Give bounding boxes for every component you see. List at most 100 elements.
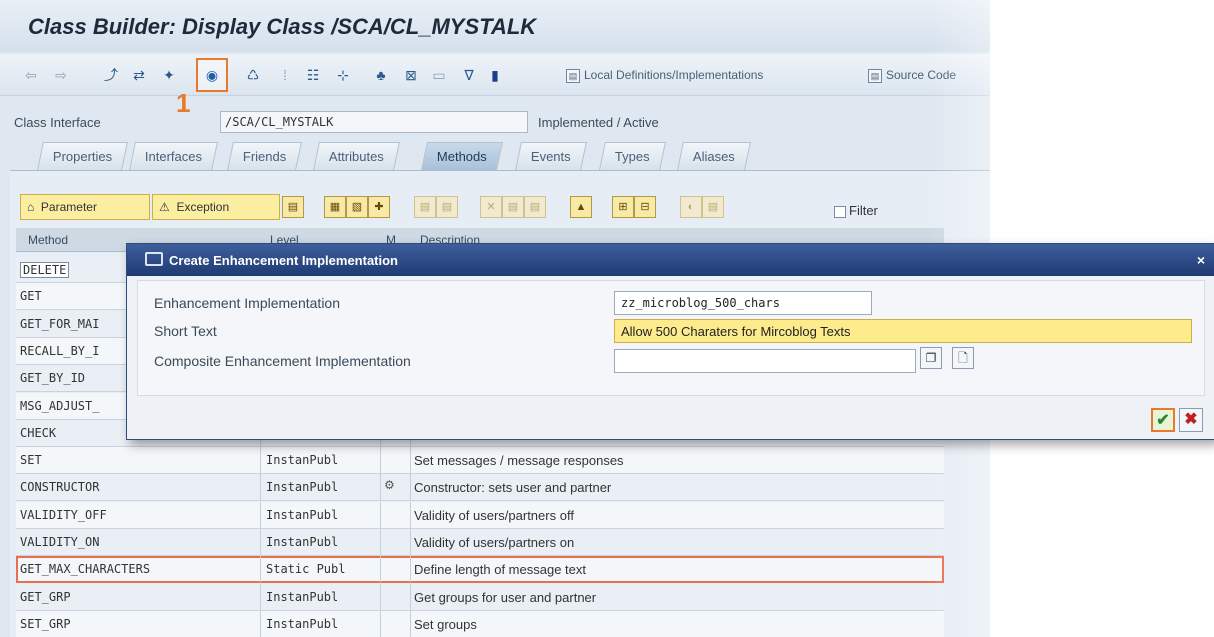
method-name[interactable]: GET_FOR_MAI: [20, 317, 99, 331]
method-name[interactable]: RECALL_BY_I: [20, 344, 99, 358]
column-divider: [380, 610, 381, 637]
method-name[interactable]: GET_MAX_CHARACTERS: [20, 562, 150, 576]
method-name[interactable]: MSG_ADJUST_: [20, 399, 99, 413]
method-name[interactable]: SET_GRP: [20, 617, 71, 631]
create-composite-icon[interactable]: 🗋: [952, 347, 974, 369]
find-icon[interactable]: ⊞: [612, 196, 634, 218]
method-name[interactable]: SET: [20, 453, 42, 467]
insert-row-icon[interactable]: ▤: [414, 196, 436, 218]
find-next-icon[interactable]: ⊟: [634, 196, 656, 218]
column-divider: [410, 556, 411, 583]
constructor-icon: ⚙: [384, 478, 395, 493]
info-icon[interactable]: ▮: [486, 66, 504, 84]
search-help-icon[interactable]: ❐: [920, 347, 942, 369]
forward-arrow-icon[interactable]: ⇨: [52, 66, 70, 84]
back-arrow-icon[interactable]: ⇦: [22, 66, 40, 84]
method-level: InstanPubl: [266, 589, 339, 604]
source-code-icon[interactable]: ▤: [282, 196, 304, 218]
table-row[interactable]: GET_MAX_CHARACTERS Static Publ Define leng…: [16, 556, 944, 584]
paste-icon[interactable]: ✚: [368, 196, 390, 218]
column-divider: [380, 529, 381, 555]
tab-attributes[interactable]: Attributes: [313, 142, 400, 170]
class-interface-row: Class Interface /SCA/CL_MYSTALK Implemen…: [0, 108, 990, 136]
method-name[interactable]: GET_BY_ID: [20, 371, 85, 385]
title-bar: Class Builder: Display Class /SCA/CL_MYS…: [0, 0, 990, 52]
inspect-icon[interactable]: ⊠: [402, 66, 420, 84]
filter-icon[interactable]: ∇: [460, 66, 478, 84]
confirm-button[interactable]: ✔: [1151, 408, 1175, 432]
column-divider: [410, 447, 411, 474]
dialog-close-icon[interactable]: ×: [1197, 252, 1205, 268]
method-level: InstanPubl: [266, 535, 339, 549]
append-row-icon[interactable]: ▤: [436, 196, 458, 218]
column-divider: [410, 529, 411, 555]
display-object-icon[interactable]: ◐: [680, 196, 702, 218]
composite-input[interactable]: [614, 349, 916, 373]
source-code-button[interactable]: ▤ Source Code: [868, 65, 956, 85]
tab-friends[interactable]: Friends: [227, 142, 303, 170]
method-name[interactable]: GET: [20, 289, 42, 303]
cancel-button[interactable]: ✖: [1179, 408, 1203, 432]
dialog-body: Enhancement Implementation zz_microblog_…: [137, 280, 1205, 396]
composite-label: Composite Enhancement Implementation: [154, 353, 411, 369]
column-divider: [380, 447, 381, 474]
tab-aliases[interactable]: Aliases: [677, 142, 751, 170]
tab-properties[interactable]: Properties: [37, 142, 129, 170]
short-text-label: Short Text: [154, 323, 217, 339]
cut-icon[interactable]: ▦: [324, 196, 346, 218]
activate-icon[interactable]: ✦: [160, 66, 178, 84]
enhance-icon[interactable]: ◉: [203, 66, 221, 84]
structure-icon[interactable]: ♣: [372, 66, 390, 84]
table-row[interactable]: SET_GRP InstanPubl Set groups: [16, 610, 944, 637]
short-text-input[interactable]: Allow 500 Charaters for Mircoblog Texts: [614, 319, 1192, 343]
dialog-edit-icon: [145, 252, 163, 266]
copy-icon[interactable]: ▧: [346, 196, 368, 218]
warning-icon[interactable]: ▲: [570, 196, 592, 218]
method-name[interactable]: VALIDITY_ON: [20, 535, 99, 549]
filter-checkbox[interactable]: Filter: [834, 203, 878, 218]
column-divider: [260, 447, 261, 474]
frame-icon[interactable]: ▭: [430, 66, 448, 84]
table-row[interactable]: CONSTRUCTOR InstanPubl ⚙ Constructor: sets …: [16, 474, 944, 502]
method-description: Constructor: sets user and partner: [414, 480, 612, 496]
dialog-footer: ✔ ✖: [127, 400, 1214, 440]
tab-interfaces[interactable]: Interfaces: [129, 142, 219, 170]
column-divider: [380, 474, 381, 501]
hierarchy-icon[interactable]: ☷: [304, 66, 322, 84]
table-row[interactable]: GET_GRP InstanPubl Get groups for user and…: [16, 583, 944, 611]
column-divider: [380, 501, 381, 528]
column-divider: [260, 501, 261, 528]
local-definitions-button[interactable]: ▤ Local Definitions/Implementations: [566, 65, 763, 85]
class-interface-label: Class Interface: [14, 115, 101, 130]
method-level: InstanPubl: [266, 507, 339, 522]
method-name[interactable]: CHECK: [20, 426, 56, 440]
header-method[interactable]: Method: [28, 233, 68, 247]
tab-events[interactable]: Events: [515, 142, 587, 170]
details-icon[interactable]: ▤: [702, 196, 724, 218]
parameter-button[interactable]: ⌂ Parameter: [20, 194, 150, 220]
method-description: Set groups: [414, 616, 477, 632]
table-row[interactable]: VALIDITY_OFF InstanPubl Validity of users/…: [16, 501, 944, 529]
copy-row-icon[interactable]: ▤: [502, 196, 524, 218]
where-used-icon[interactable]: ♺: [244, 66, 262, 84]
method-name[interactable]: DELETE: [20, 262, 70, 278]
method-description: Get groups for user and partner: [414, 589, 597, 605]
table-row[interactable]: SET InstanPubl Set messages / message resp…: [16, 447, 944, 475]
method-name[interactable]: VALIDITY_OFF: [20, 508, 107, 522]
method-name[interactable]: CONSTRUCTOR: [20, 480, 99, 494]
method-name[interactable]: GET_GRP: [20, 590, 71, 604]
tab-types[interactable]: Types: [599, 142, 666, 170]
exception-button[interactable]: ⚠ Exception: [152, 194, 280, 220]
tab-methods[interactable]: Methods: [421, 142, 503, 170]
network-icon[interactable]: ⊹: [334, 66, 352, 84]
class-interface-field[interactable]: /SCA/CL_MYSTALK: [220, 111, 528, 133]
paste-row-icon[interactable]: ▤: [524, 196, 546, 218]
filter-checkbox-box[interactable]: [834, 205, 846, 218]
delete-row-icon[interactable]: ✕: [480, 196, 502, 218]
table-row[interactable]: VALIDITY_ON InstanPubl Validity of users/p…: [16, 529, 944, 556]
enhancement-implementation-input[interactable]: zz_microblog_500_chars: [614, 291, 872, 315]
other-object-icon[interactable]: ⤴: [102, 66, 120, 84]
checkmark-icon: ✔: [1156, 412, 1170, 429]
method-level: InstanPubl: [266, 480, 339, 495]
display-change-icon[interactable]: ⇄: [130, 66, 148, 84]
